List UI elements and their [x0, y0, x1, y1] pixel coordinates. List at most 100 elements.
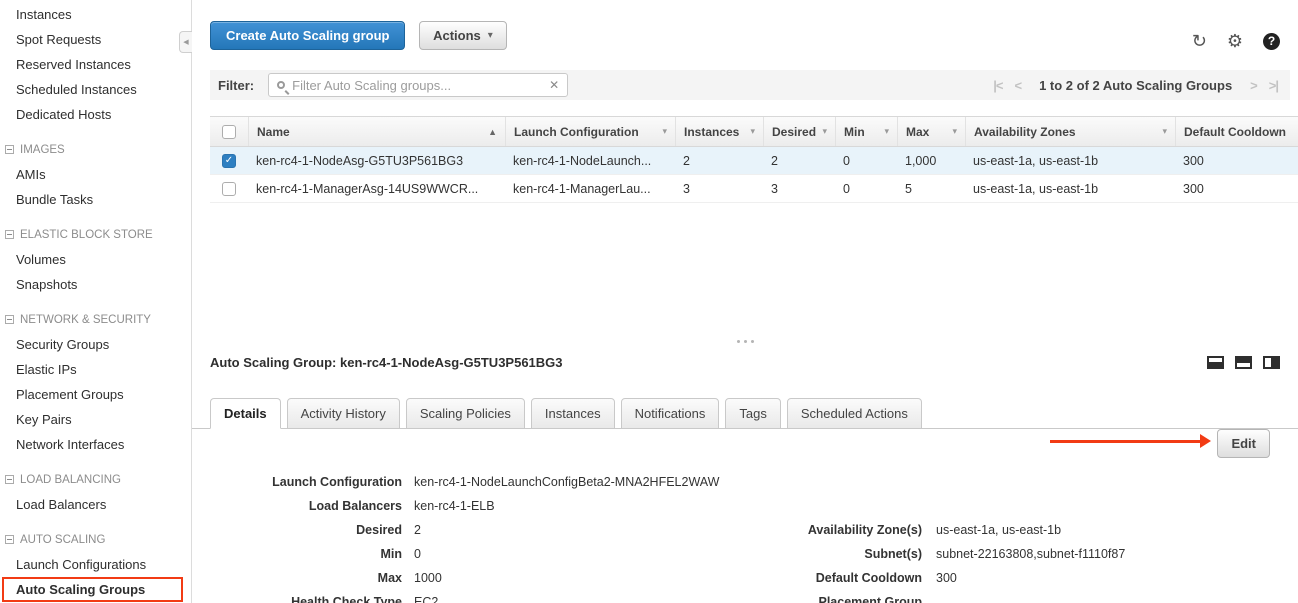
caret-down-icon: ▾	[488, 30, 493, 41]
table-header-row: Name ▲ Launch Configuration ▾ Instances …	[210, 116, 1298, 147]
detail-fields-right: Availability Zone(s) us-east-1a, us-east…	[740, 523, 1220, 603]
select-all-checkbox[interactable]	[222, 125, 236, 139]
prev-page-button[interactable]: <	[1014, 78, 1021, 93]
sidebar-item-security-groups[interactable]: Security Groups	[0, 332, 186, 357]
drag-dot	[751, 340, 754, 343]
cell-max: 1,000	[897, 154, 965, 168]
column-header-availability-zones[interactable]: Availability Zones ▾	[965, 117, 1175, 146]
sidebar-item-network-interfaces[interactable]: Network Interfaces	[0, 432, 186, 457]
actions-button[interactable]: Actions ▾	[419, 21, 507, 50]
sidebar-item-placement-groups[interactable]: Placement Groups	[0, 382, 186, 407]
field-label: Launch Configuration	[192, 475, 402, 490]
refresh-icon[interactable]: ↻	[1192, 32, 1207, 50]
column-header-instances[interactable]: Instances ▾	[675, 117, 763, 146]
cell-name: ken-rc4-1-NodeAsg-G5TU3P561BG3	[248, 154, 505, 168]
field-row: Min 0	[192, 547, 752, 571]
column-label: Launch Configuration	[514, 125, 639, 139]
sidebar-item-instances[interactable]: Instances	[0, 2, 186, 27]
sidebar-collapse-button[interactable]: ◀	[179, 31, 192, 53]
column-header-launch-configuration[interactable]: Launch Configuration ▾	[505, 117, 675, 146]
section-label: IMAGES	[20, 144, 65, 156]
filter-bar: Filter: ✕ |< < 1 to 2 of 2 Auto Scaling …	[210, 70, 1290, 100]
column-header-name[interactable]: Name ▲	[248, 117, 505, 146]
sidebar-item-volumes[interactable]: Volumes	[0, 247, 186, 272]
field-row: Desired 2	[192, 523, 752, 547]
section-label: AUTO SCALING	[20, 534, 105, 546]
cell-desired: 2	[763, 154, 835, 168]
sidebar-section-images[interactable]: IMAGES	[0, 137, 186, 162]
sidebar-item-launch-configurations[interactable]: Launch Configurations	[0, 552, 186, 577]
table-row[interactable]: ✓ ken-rc4-1-NodeAsg-G5TU3P561BG3 ken-rc4…	[210, 147, 1298, 175]
help-icon[interactable]: ?	[1263, 33, 1280, 50]
layout-right-pane-icon[interactable]	[1263, 356, 1280, 369]
section-collapse-icon	[5, 145, 14, 154]
cell-name: ken-rc4-1-ManagerAsg-14US9WWCR...	[248, 182, 505, 196]
sidebar-section-elastic-block-store[interactable]: ELASTIC BLOCK STORE	[0, 222, 186, 247]
tab-activity-history[interactable]: Activity History	[287, 398, 400, 429]
field-value: us-east-1a, us-east-1b	[922, 523, 1061, 538]
section-label: NETWORK & SECURITY	[20, 314, 151, 326]
section-collapse-icon	[5, 315, 14, 324]
row-checkbox[interactable]	[222, 182, 236, 196]
tab-scheduled-actions[interactable]: Scheduled Actions	[787, 398, 922, 429]
sidebar-item-scheduled-instances[interactable]: Scheduled Instances	[0, 77, 186, 102]
sidebar-item-reserved-instances[interactable]: Reserved Instances	[0, 52, 186, 77]
table-row[interactable]: ken-rc4-1-ManagerAsg-14US9WWCR... ken-rc…	[210, 175, 1298, 203]
tab-instances[interactable]: Instances	[531, 398, 615, 429]
field-value: 0	[402, 547, 421, 562]
sidebar-item-snapshots[interactable]: Snapshots	[0, 272, 186, 297]
sidebar-section-auto-scaling[interactable]: AUTO SCALING	[0, 527, 186, 552]
tab-scaling-policies[interactable]: Scaling Policies	[406, 398, 525, 429]
sidebar-section-load-balancing[interactable]: LOAD BALANCING	[0, 467, 186, 492]
layout-top-pane-icon[interactable]	[1207, 356, 1224, 369]
row-checkbox[interactable]: ✓	[222, 154, 236, 168]
detail-fields-left: Launch Configuration ken-rc4-1-NodeLaunc…	[192, 475, 752, 603]
sidebar-item-load-balancers[interactable]: Load Balancers	[0, 492, 186, 517]
sidebar-section-network-security[interactable]: NETWORK & SECURITY	[0, 307, 186, 332]
last-page-button[interactable]: >|	[1269, 78, 1278, 93]
filter-caret-icon: ▾	[878, 126, 889, 137]
field-label: Max	[192, 571, 402, 586]
utility-icons: ↻ ⚙ ?	[1192, 32, 1280, 50]
column-header-desired[interactable]: Desired ▾	[763, 117, 835, 146]
field-value: EC2	[402, 595, 438, 603]
sidebar-item-elastic-ips[interactable]: Elastic IPs	[0, 357, 186, 382]
tab-tags[interactable]: Tags	[725, 398, 780, 429]
first-page-button[interactable]: |<	[993, 78, 1002, 93]
column-header-default-cooldown[interactable]: Default Cooldown	[1175, 117, 1298, 146]
cell-launch-configuration: ken-rc4-1-ManagerLau...	[505, 182, 675, 196]
filter-searchbox: ✕	[268, 73, 568, 97]
column-label: Default Cooldown	[1184, 125, 1286, 139]
column-header-min[interactable]: Min ▾	[835, 117, 897, 146]
cell-availability-zones: us-east-1a, us-east-1b	[965, 154, 1175, 168]
sidebar-item-spot-requests[interactable]: Spot Requests	[0, 27, 186, 52]
sidebar-item-amis[interactable]: AMIs	[0, 162, 186, 187]
create-auto-scaling-group-button[interactable]: Create Auto Scaling group	[210, 21, 405, 50]
field-value: subnet-22163808,subnet-f1110f87	[922, 547, 1125, 562]
column-label: Desired	[772, 125, 816, 139]
sidebar-item-bundle-tasks[interactable]: Bundle Tasks	[0, 187, 186, 212]
field-value: 300	[922, 571, 957, 586]
field-row: Default Cooldown 300	[740, 571, 1220, 595]
actions-button-label: Actions	[433, 28, 481, 43]
field-label: Health Check Type	[192, 595, 402, 603]
field-row: Launch Configuration ken-rc4-1-NodeLaunc…	[192, 475, 752, 499]
column-label: Instances	[684, 125, 739, 139]
field-value: ken-rc4-1-ELB	[402, 499, 495, 514]
pane-resize-handle[interactable]	[192, 337, 1298, 345]
clear-filter-icon[interactable]: ✕	[549, 78, 559, 92]
filter-input[interactable]	[292, 78, 542, 93]
field-row: Subnet(s) subnet-22163808,subnet-f1110f8…	[740, 547, 1220, 571]
layout-bottom-pane-icon[interactable]	[1235, 356, 1252, 369]
column-header-max[interactable]: Max ▾	[897, 117, 965, 146]
cell-instances: 3	[675, 182, 763, 196]
next-page-button[interactable]: >	[1250, 78, 1257, 93]
sidebar-item-dedicated-hosts[interactable]: Dedicated Hosts	[0, 102, 186, 127]
sidebar: Instances Spot Requests Reserved Instanc…	[0, 0, 186, 603]
tab-details[interactable]: Details	[210, 398, 281, 429]
tab-notifications[interactable]: Notifications	[621, 398, 720, 429]
sidebar-item-key-pairs[interactable]: Key Pairs	[0, 407, 186, 432]
sidebar-item-auto-scaling-groups[interactable]: Auto Scaling Groups	[2, 577, 183, 602]
gear-icon[interactable]: ⚙	[1227, 32, 1243, 50]
filter-caret-icon: ▾	[946, 126, 957, 137]
